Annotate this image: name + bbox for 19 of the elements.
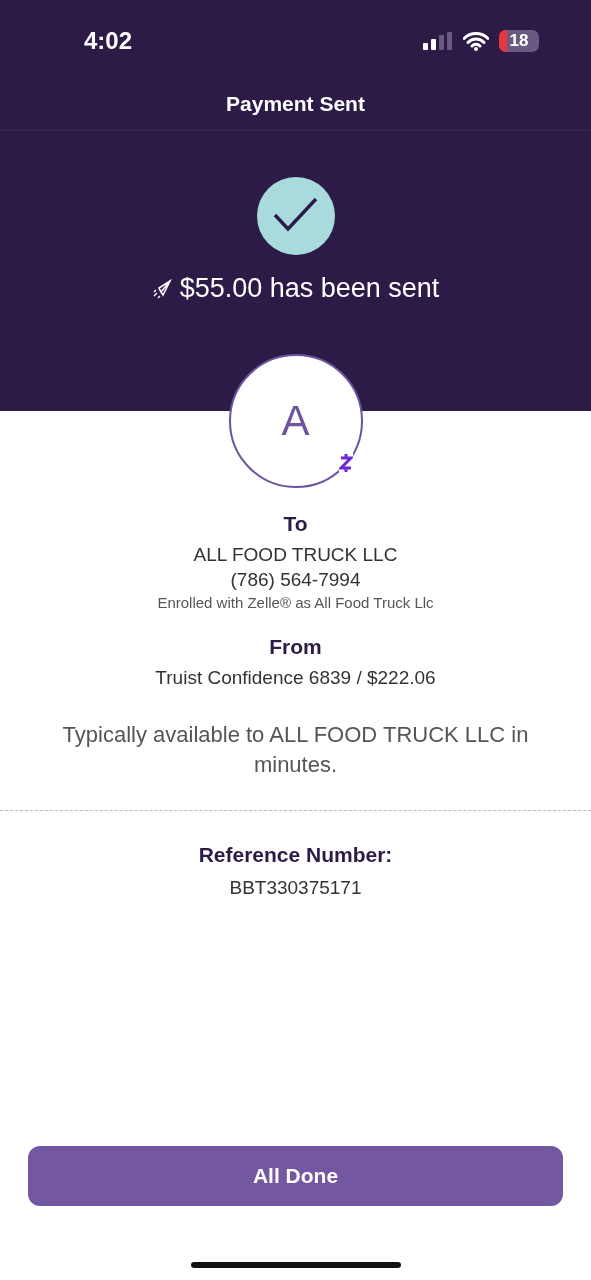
- status-time: 4:02: [84, 27, 133, 55]
- paper-plane-icon: [151, 278, 172, 299]
- wifi-icon: [463, 31, 489, 51]
- amount-sent-text: $55.00 has been sent: [179, 273, 440, 304]
- from-label: From: [269, 635, 322, 659]
- screen-title: Payment Sent: [0, 56, 591, 131]
- enrollment-text: Enrolled with Zelle® as All Food Truck Llc: [157, 594, 434, 611]
- check-icon: [256, 177, 335, 255]
- recipient-name: ALL FOOD TRUCK LLC: [193, 543, 398, 567]
- sender-account: Truist Confidence 6839 / $222.06: [155, 666, 436, 690]
- avatar-initial: A: [281, 397, 310, 445]
- all-done-button[interactable]: All Done: [28, 1146, 563, 1206]
- signal-icon: [423, 32, 453, 50]
- availability-text: Typically available to ALL FOOD TRUCK LLC in minutes.: [61, 721, 530, 779]
- to-label: To: [283, 512, 308, 536]
- reference-number: BBT330375171: [229, 876, 362, 900]
- battery-indicator: 18: [499, 30, 539, 52]
- recipient-phone: (786) 564-7994: [230, 568, 361, 592]
- reference-label: Reference Number:: [198, 843, 393, 867]
